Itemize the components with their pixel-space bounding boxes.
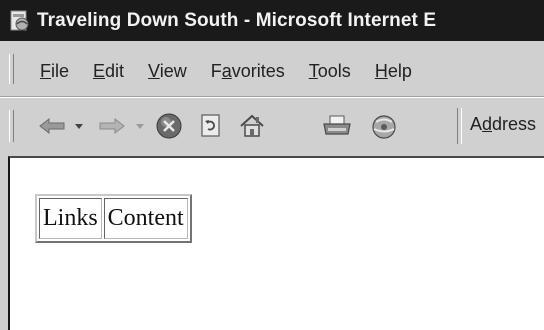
- print-icon: [323, 115, 351, 135]
- browser-window: Traveling Down South - Microsoft Interne…: [0, 0, 544, 330]
- menu-tools[interactable]: Tools: [309, 61, 351, 82]
- forward-icon: [99, 117, 125, 135]
- address-bar-label[interactable]: Address: [470, 114, 536, 135]
- back-dropdown-icon: [75, 124, 83, 129]
- window-title: Traveling Down South - Microsoft Interne…: [37, 9, 437, 31]
- refresh-button[interactable]: [196, 112, 226, 140]
- media-button[interactable]: [366, 112, 402, 140]
- menu-bar-grip[interactable]: [9, 54, 14, 84]
- stop-icon: [156, 113, 182, 139]
- standard-toolbar: Address: [0, 97, 544, 155]
- ie-document-icon: [9, 10, 31, 32]
- menu-view[interactable]: View: [148, 61, 187, 82]
- toolbar-separator: [457, 108, 462, 144]
- window-frame-left: [0, 156, 8, 330]
- forward-dropdown-icon: [136, 124, 144, 129]
- back-icon: [39, 117, 65, 135]
- back-button[interactable]: [36, 112, 70, 140]
- menu-bar: File Edit View Favorites Tools Help: [0, 41, 544, 97]
- forward-dropdown-button[interactable]: [133, 112, 147, 140]
- refresh-icon: [201, 114, 220, 137]
- layout-table: Links Content: [35, 194, 192, 243]
- back-dropdown-button[interactable]: [72, 112, 86, 140]
- links-cell: Links: [39, 198, 102, 239]
- print-button[interactable]: [320, 112, 354, 140]
- forward-button[interactable]: [94, 112, 128, 140]
- content-cell: Content: [103, 198, 188, 239]
- home-button[interactable]: [236, 112, 268, 140]
- page-viewport: Links Content: [8, 156, 544, 330]
- title-bar: Traveling Down South - Microsoft Interne…: [0, 0, 544, 41]
- menu-edit[interactable]: Edit: [93, 61, 124, 82]
- media-icon: [372, 115, 396, 139]
- menu-help[interactable]: Help: [375, 61, 412, 82]
- home-icon: [240, 114, 264, 137]
- table-row: Links Content: [39, 198, 188, 239]
- stop-button[interactable]: [152, 112, 186, 140]
- menu-favorites[interactable]: Favorites: [211, 61, 285, 82]
- toolbar-grip[interactable]: [9, 110, 14, 142]
- menu-file[interactable]: File: [40, 61, 69, 82]
